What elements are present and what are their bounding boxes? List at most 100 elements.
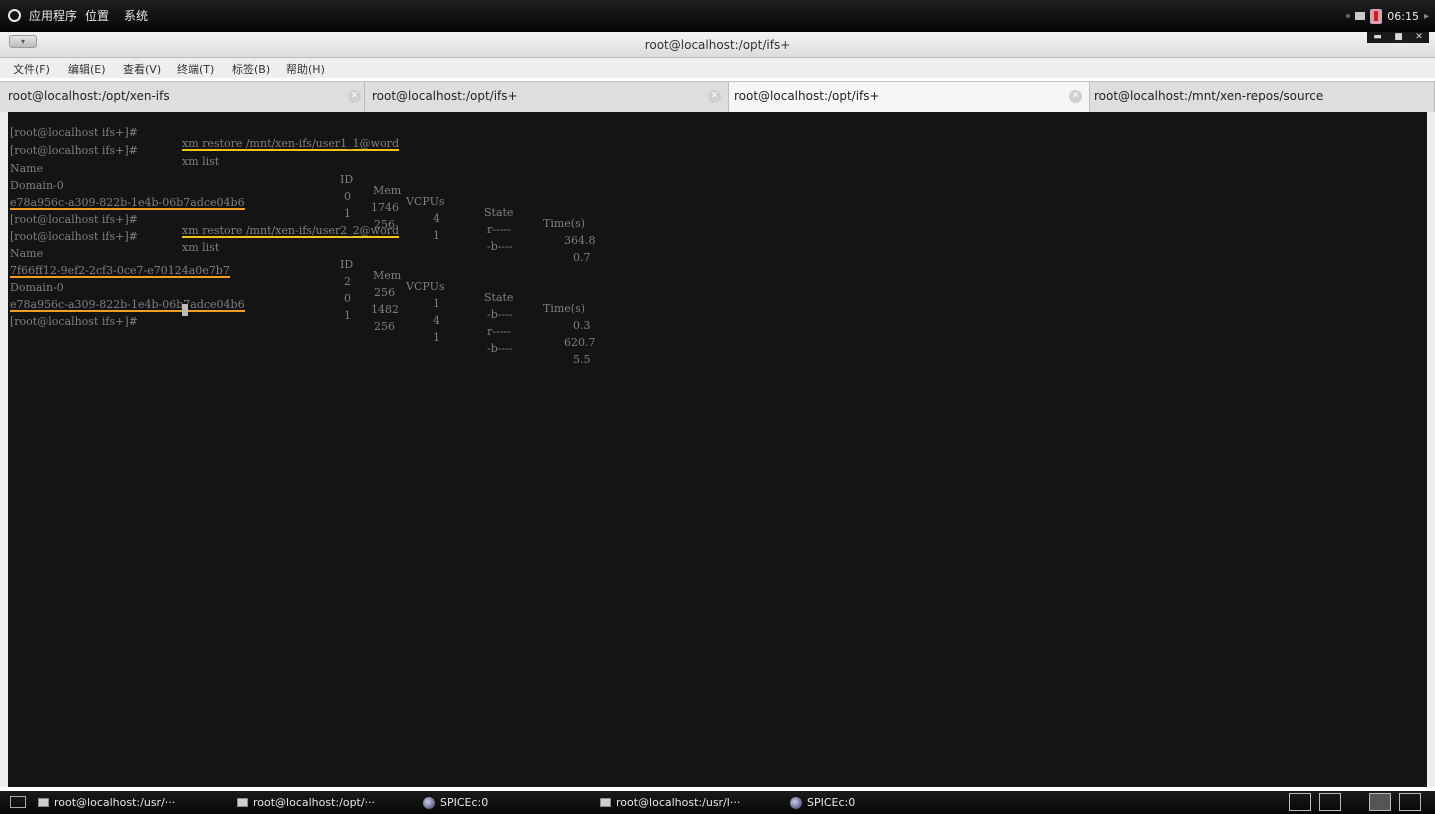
command: xm restore /mnt/xen-ifs/user1_1@word — [182, 137, 399, 151]
command: xm list — [182, 241, 220, 254]
tray-arrow-icon[interactable]: ▸ — [1424, 11, 1429, 22]
tab-label: root@localhost:/opt/ifs+ — [372, 89, 518, 103]
menu-terminal[interactable]: 终端(T) — [177, 61, 214, 77]
tab-close-icon[interactable]: ✕ — [708, 90, 721, 103]
domain-state: r----- — [487, 325, 511, 338]
workspace-1[interactable] — [1289, 793, 1311, 811]
terminal-icon — [237, 798, 248, 807]
taskbar-item-label: SPICEc:0 — [807, 796, 856, 809]
clock[interactable]: 06:15 — [1387, 10, 1419, 23]
table-row: e78a956c-a309-822b-1e4b-06b7adce04b6 1 2… — [10, 288, 591, 365]
taskbar-item-label: root@localhost:/usr/l··· — [616, 796, 741, 809]
domain-mem: 1746 — [371, 201, 399, 214]
tab-ifs-plus-1[interactable]: root@localhost:/opt/ifs+ ✕ — [365, 82, 729, 112]
applications-menu[interactable]: 应用程序 — [29, 8, 77, 24]
main-menu-icon[interactable] — [8, 9, 21, 22]
table-row: 7f66ff12-9ef2-2cf3-0ce7-e70124a0e7b7 2 2… — [10, 254, 591, 331]
terminal-icon — [38, 798, 49, 807]
taskbar: root@localhost:/usr/··· root@localhost:/… — [0, 791, 1435, 814]
domain-mem: 1482 — [371, 303, 399, 316]
text-cursor — [182, 304, 188, 316]
terminal-line: [root@localhost ifs+]# xm list — [10, 134, 219, 167]
tab-xen-ifs[interactable]: root@localhost:/opt/xen-ifs ✕ — [0, 82, 365, 112]
terminal-line: [root@localhost ifs+]# xm restore /mnt/x… — [10, 116, 399, 151]
workspace-3[interactable] — [1369, 793, 1391, 811]
command: xm restore /mnt/xen-ifs/user2_2@word — [182, 224, 399, 238]
prompt: [root@localhost ifs+]# — [10, 213, 142, 226]
header-vcpus: VCPUs — [406, 280, 445, 293]
domain-id: 0 — [344, 190, 351, 203]
menu-edit[interactable]: 编辑(E) — [68, 61, 106, 77]
tab-label: root@localhost:/mnt/xen-repos/source — [1094, 89, 1324, 103]
domain-vcpus: 4 — [433, 314, 440, 327]
domain-state: -b---- — [487, 240, 513, 253]
terminal-line: [root@localhost ifs+]# xm list — [10, 220, 219, 253]
taskbar-item[interactable]: root@localhost:/usr/l··· — [600, 794, 740, 811]
domain-vcpus: 1 — [433, 229, 440, 242]
table-row: Domain-0 0 1482 4 r----- 620.7 — [10, 271, 596, 348]
prompt: [root@localhost ifs+]# — [10, 126, 142, 139]
domain-name: 7f66ff12-9ef2-2cf3-0ce7-e70124a0e7b7 — [10, 264, 230, 278]
tab-xen-repos[interactable]: root@localhost:/mnt/xen-repos/source — [1090, 82, 1435, 112]
terminal-line: [root@localhost ifs+]# xm restore /mnt/x… — [10, 203, 399, 238]
tab-label: root@localhost:/opt/ifs+ — [734, 89, 880, 103]
tab-close-icon[interactable]: ✕ — [348, 90, 361, 103]
domain-mem: 256 — [374, 286, 395, 299]
header-state: State — [484, 291, 514, 304]
taskbar-item[interactable]: root@localhost:/usr/··· — [38, 794, 175, 811]
network-icon[interactable] — [1355, 12, 1366, 20]
maximize-icon[interactable]: ■ — [1394, 33, 1403, 42]
domain-state: -b---- — [487, 308, 513, 321]
taskbar-item-label: SPICEc:0 — [440, 796, 489, 809]
terminal-icon — [600, 798, 611, 807]
window-title: root@localhost:/opt/ifs+ — [644, 38, 791, 52]
prompt: [root@localhost ifs+]# — [10, 230, 142, 243]
menu-help[interactable]: 帮助(H) — [286, 61, 325, 77]
workspace-2[interactable] — [1319, 793, 1341, 811]
battery-icon[interactable] — [1370, 8, 1383, 24]
prompt: [root@localhost ifs+]# — [10, 144, 142, 157]
workspace-switcher — [1285, 791, 1435, 814]
spice-icon — [423, 796, 435, 809]
menu-tabs[interactable]: 标签(B) — [232, 61, 270, 77]
top-panel: 应用程序 位置 系统 06:15 ▸ — [0, 0, 1435, 32]
header-state: State — [484, 206, 514, 219]
header-id: ID — [340, 173, 354, 186]
tab-ifs-plus-2[interactable]: root@localhost:/opt/ifs+ ✕ — [729, 82, 1090, 112]
prompt: [root@localhost ifs+]# — [10, 315, 142, 328]
domain-vcpus: 4 — [433, 212, 440, 225]
places-menu[interactable]: 位置 — [85, 8, 109, 24]
tab-label: root@localhost:/opt/xen-ifs — [8, 89, 170, 103]
header-time: Time(s) — [543, 217, 586, 230]
domain-vcpus: 1 — [433, 331, 440, 344]
domain-time: 0.7 — [573, 251, 591, 264]
menu-file[interactable]: 文件(F) — [13, 61, 50, 77]
tab-close-icon[interactable]: ✕ — [1069, 90, 1082, 103]
tray-dot-icon — [1346, 14, 1351, 18]
spice-icon — [790, 796, 802, 809]
terminal-output[interactable]: [root@localhost ifs+]# xm restore /mnt/x… — [8, 112, 1427, 787]
taskbar-item[interactable]: SPICEc:0 — [423, 794, 488, 811]
close-icon[interactable]: ✕ — [1415, 33, 1423, 42]
domain-id: 0 — [344, 292, 351, 305]
system-menu[interactable]: 系统 — [124, 8, 148, 24]
header-mem: Mem — [373, 184, 402, 197]
minimize-icon[interactable]: ▬ — [1373, 33, 1382, 42]
table-row: e78a956c-a309-822b-1e4b-06b7adce04b6 1 2… — [10, 186, 591, 263]
domain-vcpus: 1 — [433, 297, 440, 310]
window-controls: ▬ ■ ✕ — [1367, 32, 1429, 43]
menu-view[interactable]: 查看(V) — [123, 61, 161, 77]
taskbar-item[interactable]: SPICEc:0 — [790, 794, 855, 811]
workspace-4[interactable] — [1399, 793, 1421, 811]
domain-name: e78a956c-a309-822b-1e4b-06b7adce04b6 — [10, 298, 245, 312]
domain-time: 0.3 — [573, 319, 591, 332]
taskbar-item[interactable]: root@localhost:/opt/··· — [237, 794, 375, 811]
header-mem: Mem — [373, 269, 402, 282]
xm-list-header: Name ID Mem VCPUs State Time(s) — [10, 237, 585, 314]
system-tray: 06:15 ▸ — [1346, 8, 1429, 24]
domain-time: 5.5 — [573, 353, 591, 366]
show-desktop-icon[interactable] — [10, 796, 26, 808]
domain-id: 1 — [344, 309, 351, 322]
domain-name: e78a956c-a309-822b-1e4b-06b7adce04b6 — [10, 196, 245, 210]
window-titlebar[interactable]: ▾ root@localhost:/opt/ifs+ ▬ ■ ✕ — [0, 32, 1435, 58]
